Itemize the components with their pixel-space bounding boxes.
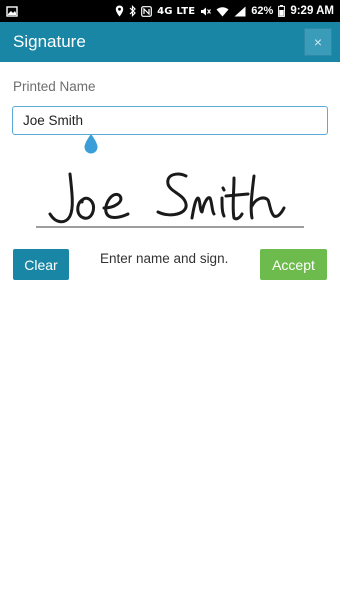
close-icon: × [313,34,323,50]
app-bar: Signature × [0,22,340,62]
nfc-icon [141,5,152,17]
sign-hint: Enter name and sign. [100,251,229,266]
mute-icon [200,6,212,17]
text-cursor-handle-icon[interactable] [83,134,99,154]
signal-icon [234,6,246,17]
bluetooth-icon [129,5,136,17]
status-left [6,5,18,17]
printed-name-label: Printed Name [13,79,96,94]
page-title: Signature [13,32,86,51]
wifi-icon [216,6,229,17]
battery-icon [278,5,286,17]
location-icon [115,5,124,17]
signature-stroke [48,172,286,224]
network-text: 4G LTE [157,5,196,17]
status-time: 9:29 AM [290,5,334,17]
battery-percentage: 62% [251,5,274,17]
signature-pad[interactable] [34,162,306,232]
close-button[interactable]: × [304,28,332,56]
signature-baseline [36,226,304,228]
accept-button[interactable]: Accept [260,249,327,280]
status-right: 4G LTE 62% 9:29 AM [115,5,334,17]
image-icon [6,5,18,17]
printed-name-input[interactable] [12,106,328,135]
clear-button[interactable]: Clear [13,249,69,280]
status-bar: 4G LTE 62% 9:29 AM [0,0,340,22]
